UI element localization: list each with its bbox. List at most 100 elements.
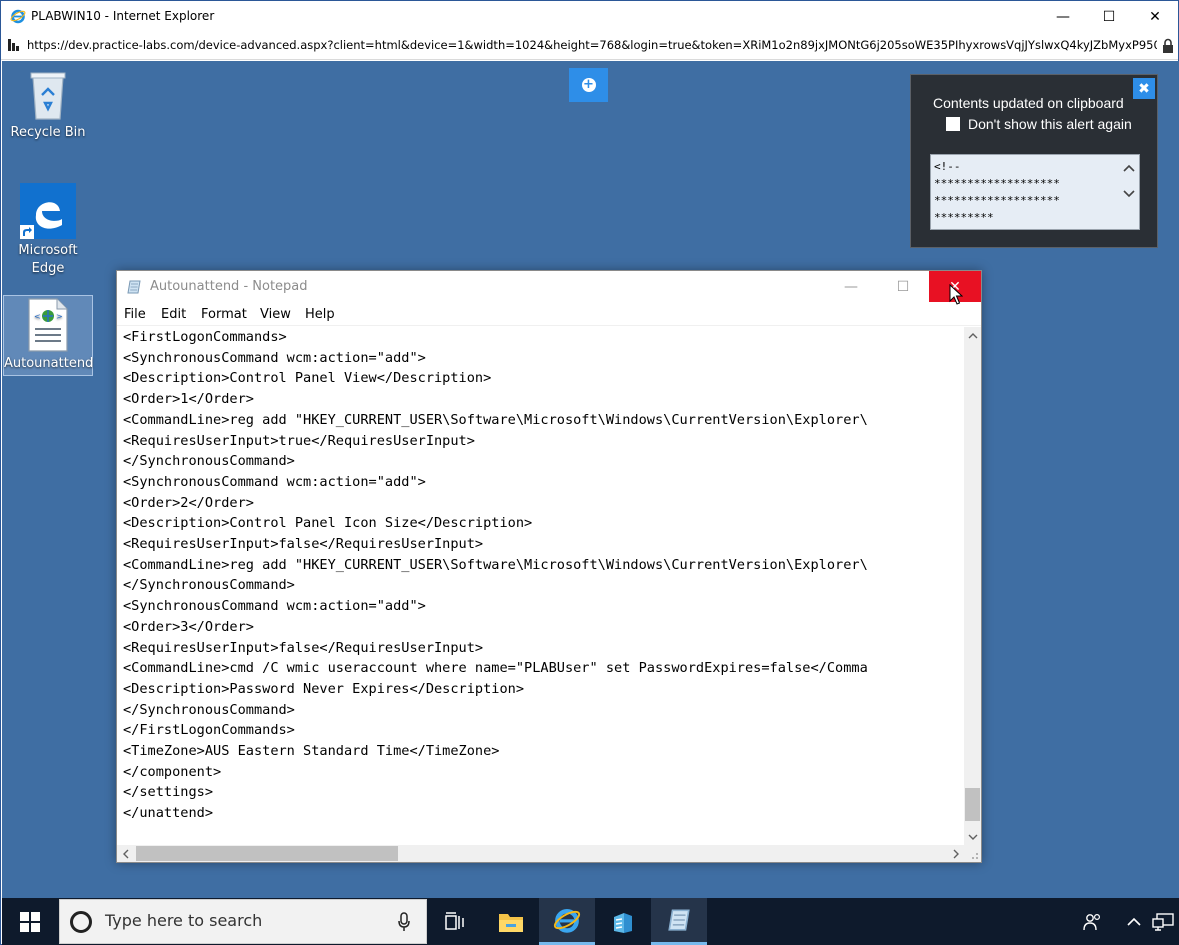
ie-titlebar: PLABWIN10 - Internet Explorer — ☐ ✕ [1,1,1178,32]
minimize-icon: — [1056,8,1070,25]
xml-file-icon: < > [28,298,68,352]
remote-desktop[interactable]: + Recycle Bin Microsoft Edge < > Autouna… [2,61,1179,898]
text-line[interactable]: <Description>Control Panel Icon Size</De… [123,513,532,534]
chevron-up-icon[interactable] [1121,161,1137,175]
text-line[interactable]: </settings> [123,782,213,803]
maximize-icon: ☐ [896,278,910,295]
text-line[interactable]: <RequiresUserInput>false</RequiresUserIn… [123,638,483,659]
notepad-icon [668,909,690,931]
desktop-icon-label: Recycle Bin [10,125,86,140]
text-line[interactable]: </FirstLogonCommands> [123,720,295,741]
desktop-icon-autounattend[interactable]: < > Autounattend [3,295,93,376]
text-line[interactable]: <RequiresUserInput>false</RequiresUserIn… [123,534,483,555]
taskbar-server-manager[interactable] [595,898,651,945]
minimize-button[interactable]: — [1040,1,1086,32]
text-line[interactable]: </SynchronousCommand> [123,451,295,472]
text-line[interactable]: </SynchronousCommand> [123,700,295,721]
internet-explorer-icon [10,9,26,24]
scroll-down-arrow-icon[interactable] [964,828,981,845]
desktop-icon-microsoft-edge[interactable]: Microsoft Edge [4,181,92,281]
text-line[interactable]: <SynchronousCommand wcm:action="add"> [123,596,426,617]
close-icon: ✕ [1149,8,1161,25]
address-bar[interactable]: https://dev.practice-labs.com/device-adv… [1,32,1178,60]
text-line[interactable]: <FirstLogonCommands> [123,327,287,348]
horizontal-scroll-thumb[interactable] [136,846,398,861]
clipboard-alert-popup: ✖ Contents updated on clipboard Don't sh… [910,74,1158,248]
text-line[interactable]: <Order>3</Order> [123,617,254,638]
notepad-minimize-button[interactable]: — [825,271,877,302]
text-line[interactable]: <Order>1</Order> [123,389,254,410]
svg-text:<: < [34,312,41,321]
microphone-icon[interactable] [397,912,411,932]
dont-show-again-checkbox[interactable] [946,117,960,131]
clipboard-alert-title: Contents updated on clipboard [933,95,1124,111]
lock-icon[interactable] [1161,38,1175,54]
close-button[interactable]: ✕ [1132,1,1178,32]
url-field[interactable]: https://dev.practice-labs.com/device-adv… [27,38,1157,52]
internet-explorer-window: PLABWIN10 - Internet Explorer — ☐ ✕ http… [0,0,1179,945]
text-line[interactable]: <TimeZone>AUS Eastern Standard Time</Tim… [123,741,499,762]
people-icon [1083,913,1101,930]
text-line[interactable]: <Description>Control Panel View</Descrip… [123,368,491,389]
menu-edit[interactable]: Edit [161,307,186,322]
text-line[interactable]: <SynchronousCommand wcm:action="add"> [123,348,426,369]
maximize-icon: ☐ [1102,8,1116,25]
resize-grip-icon[interactable] [964,845,981,862]
menu-format[interactable]: Format [201,307,247,322]
text-line[interactable]: </unattend> [123,803,213,824]
scroll-right-arrow-icon[interactable] [947,845,964,862]
text-line[interactable]: <SynchronousCommand wcm:action="add"> [123,472,426,493]
text-line[interactable]: <Description>Password Never Expires</Des… [123,679,524,700]
taskbar-notepad[interactable] [651,898,707,945]
start-button[interactable] [2,898,58,945]
text-line[interactable]: </component> [123,762,221,783]
text-line[interactable]: <CommandLine>reg add "HKEY_CURRENT_USER\… [123,410,868,431]
network-icon [1152,912,1174,931]
menu-help[interactable]: Help [305,307,335,322]
taskbar-search-box[interactable]: Type here to search [59,899,427,944]
people-button[interactable] [1078,898,1108,945]
taskbar-internet-explorer[interactable] [539,898,595,945]
server-manager-icon [614,912,632,933]
notepad-titlebar[interactable]: Autounattend - Notepad — ☐ ✕ [117,271,981,302]
desktop-icon-label: Microsoft Edge [18,243,78,276]
remote-toolbar-toggle-button[interactable]: + [569,68,608,102]
horizontal-scrollbar[interactable] [117,845,964,862]
clipboard-content-text[interactable]: <!-- ******************* ***************… [934,158,1120,228]
dont-show-again-label: Don't show this alert again [968,116,1132,132]
show-hidden-icons-button[interactable] [1120,898,1148,945]
menu-file[interactable]: File [124,307,146,322]
taskbar-file-explorer[interactable] [483,898,539,945]
task-view-icon [445,911,464,930]
notepad-text-area[interactable]: <FirstLogonCommands> <SynchronousCommand… [117,327,963,845]
text-line[interactable]: <RequiresUserInput>true</RequiresUserInp… [123,431,475,452]
scroll-left-arrow-icon[interactable] [117,845,134,862]
clipboard-scrollbar[interactable] [1121,161,1137,225]
vertical-scroll-thumb[interactable] [965,788,980,821]
desktop-icon-recycle-bin[interactable]: Recycle Bin [4,69,92,149]
cortana-icon [70,911,92,933]
task-view-button[interactable] [427,898,483,945]
chevron-down-icon[interactable] [1121,187,1137,201]
close-icon: ✖ [1138,80,1150,97]
taskbar: Type here to search [2,898,1179,945]
file-explorer-icon [499,913,523,932]
minimize-icon: — [844,278,858,295]
window-title: PLABWIN10 - Internet Explorer [31,9,215,23]
text-line[interactable]: <CommandLine>reg add "HKEY_CURRENT_USER\… [123,555,868,576]
maximize-button[interactable]: ☐ [1086,1,1132,32]
text-line[interactable]: <CommandLine>cmd /C wmic useraccount whe… [123,658,868,679]
vertical-scrollbar[interactable] [964,327,981,845]
menu-view[interactable]: View [260,307,291,322]
clipboard-close-button[interactable]: ✖ [1133,78,1155,99]
text-line[interactable]: </SynchronousCommand> [123,575,295,596]
network-button[interactable] [1148,898,1178,945]
text-line[interactable]: <Order>2</Order> [123,493,254,514]
recycle-bin-icon [30,72,66,120]
scroll-up-arrow-icon[interactable] [964,327,981,344]
search-placeholder: Type here to search [105,911,263,930]
notepad-menubar: File Edit Format View Help [117,304,981,326]
clipboard-content-area[interactable]: <!-- ******************* ***************… [930,154,1140,230]
notepad-maximize-button[interactable]: ☐ [877,271,929,302]
internet-explorer-icon [553,908,581,933]
